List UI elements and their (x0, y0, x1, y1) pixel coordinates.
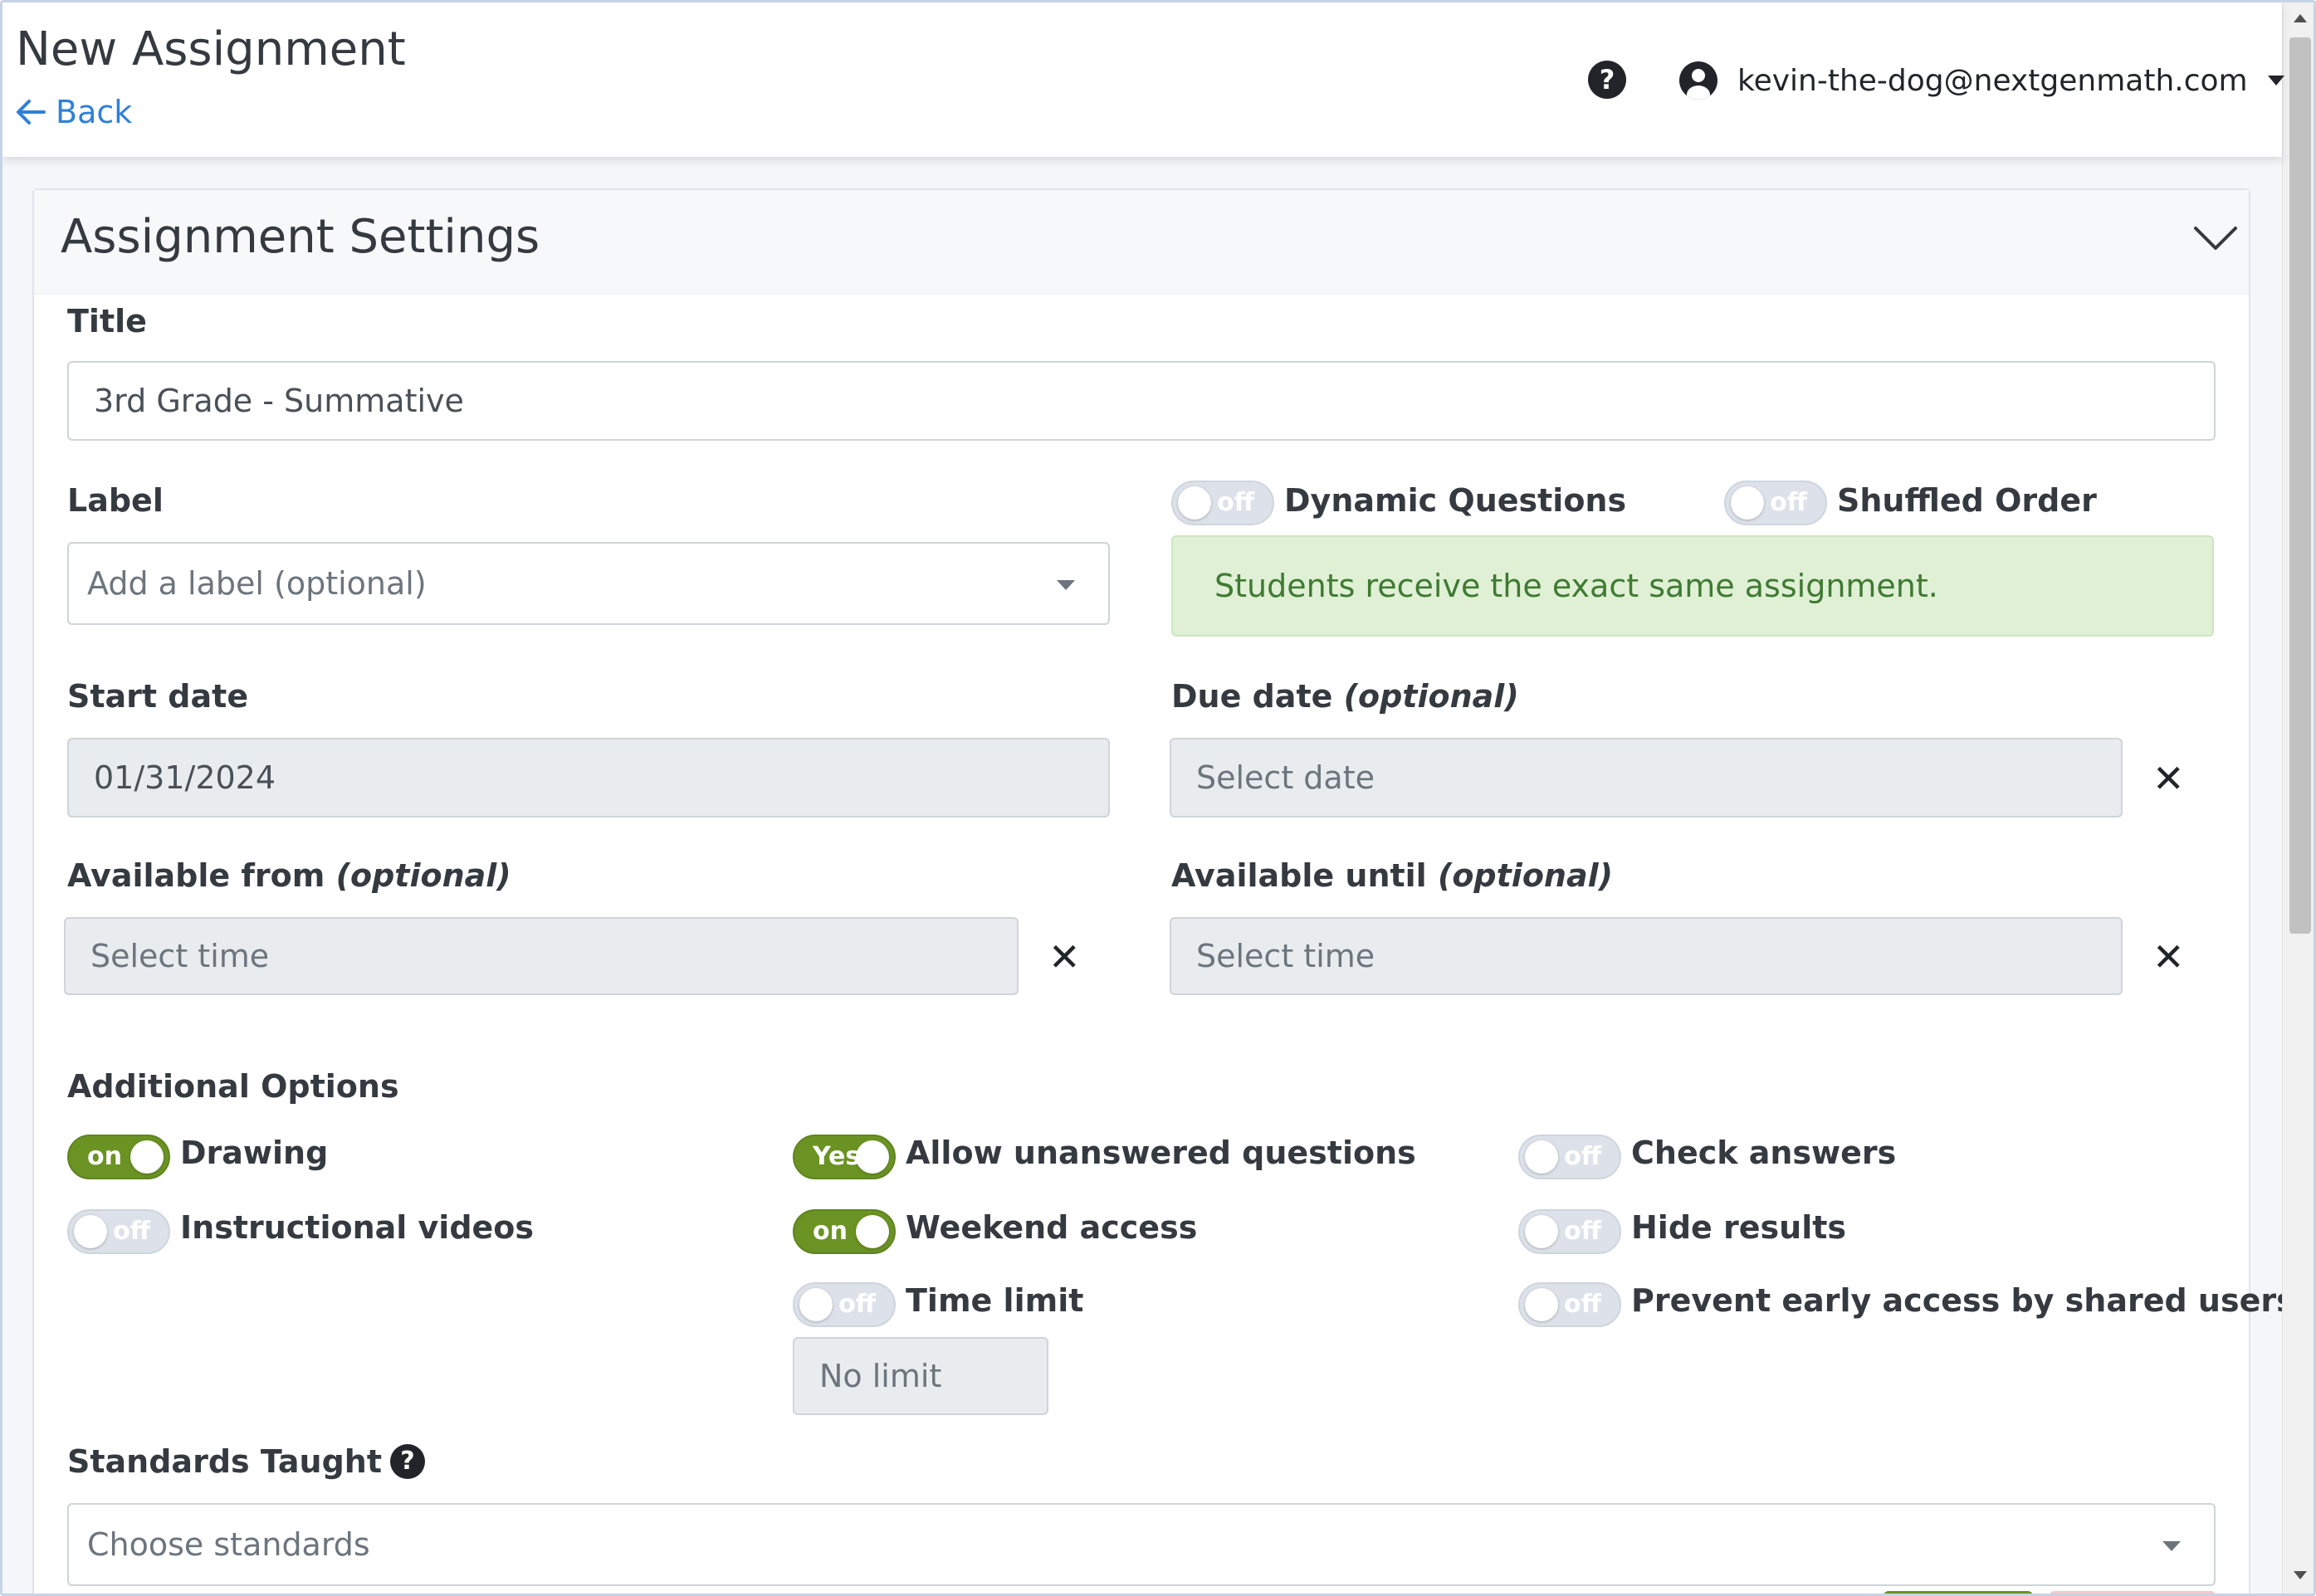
question-circle-icon[interactable]: ? (390, 1444, 425, 1479)
standards-placeholder: Choose standards (87, 1526, 370, 1563)
dynamic-questions-label: Dynamic Questions (1284, 482, 1627, 519)
toggle-knob (130, 1140, 164, 1174)
standards-taught-label-text: Standards Taught (67, 1443, 382, 1480)
card-title: Assignment Settings (61, 210, 540, 264)
cancel-button[interactable] (2050, 1591, 2216, 1594)
clear-available-until-icon[interactable]: ✕ (2152, 938, 2185, 976)
toggle-knob (1731, 486, 1764, 520)
label-placeholder: Add a label (optional) (87, 565, 427, 602)
toggle-knob (799, 1288, 833, 1321)
allow-unanswered-label: Allow unanswered questions (906, 1135, 1416, 1171)
additional-options-heading: Additional Options (67, 1068, 399, 1105)
available-from-placeholder: Select time (90, 938, 270, 974)
scroll-down-icon[interactable] (2294, 1571, 2307, 1579)
toggle-knob (1525, 1215, 1558, 1248)
scroll-thumb[interactable] (2289, 37, 2311, 934)
save-button[interactable] (1884, 1591, 2033, 1594)
chevron-down-icon (1057, 580, 1075, 590)
due-date-label-text: Due date (1171, 678, 1333, 715)
label-label: Label (67, 482, 164, 519)
available-until-label: Available until (optional) (1171, 857, 1613, 894)
top-header: New Assignment Back ? kevin-the-dog@next… (2, 2, 2284, 157)
available-from-label: Available from (optional) (67, 857, 511, 894)
toggle-knob (1525, 1288, 1558, 1321)
instructional-videos-toggle[interactable]: off (67, 1209, 170, 1254)
toggle-knob (856, 1215, 889, 1248)
drawing-toggle[interactable]: on (67, 1135, 170, 1179)
time-limit-input[interactable]: No limit (793, 1337, 1048, 1415)
user-email: kevin-the-dog@nextgenmath.com (1737, 63, 2248, 98)
hide-results-toggle[interactable]: off (1518, 1209, 1621, 1254)
toggle-state: on (813, 1217, 848, 1246)
check-answers-label: Check answers (1631, 1135, 1897, 1171)
toggle-state: off (113, 1217, 150, 1246)
due-date-placeholder: Select date (1196, 759, 1375, 796)
check-answers-toggle[interactable]: off (1518, 1135, 1621, 1179)
back-link[interactable]: Back (16, 94, 132, 130)
toggle-state: on (87, 1142, 122, 1171)
due-date-label: Due date (optional) (1171, 678, 1519, 715)
toggle-state: off (838, 1290, 876, 1319)
hide-results-label: Hide results (1631, 1209, 1847, 1246)
toggle-knob (1525, 1140, 1558, 1174)
user-menu-dropdown[interactable]: kevin-the-dog@nextgenmath.com (1679, 57, 2284, 104)
toggle-state: off (1564, 1142, 1601, 1171)
chevron-down-icon[interactable] (2192, 215, 2239, 261)
vertical-scrollbar[interactable] (2282, 2, 2314, 1594)
toggle-state: off (1217, 488, 1254, 517)
available-until-label-text: Available until (1171, 857, 1427, 894)
dynamic-questions-toggle[interactable]: off (1171, 481, 1274, 525)
due-date-input[interactable]: Select date (1170, 738, 2123, 818)
card-header[interactable]: Assignment Settings (34, 190, 2249, 295)
start-date-label: Start date (67, 678, 249, 715)
page-title: New Assignment (16, 22, 406, 76)
drawing-label: Drawing (180, 1135, 329, 1171)
toggle-state: off (1564, 1290, 1601, 1319)
start-date-value: 01/31/2024 (94, 759, 276, 796)
info-alert: Students receive the exact same assignme… (1171, 535, 2214, 637)
info-message: Students receive the exact same assignme… (1214, 568, 1938, 604)
weekend-access-toggle[interactable]: on (793, 1209, 896, 1254)
shuffled-order-toggle[interactable]: off (1724, 481, 1827, 525)
optional-tag: (optional) (1343, 678, 1519, 715)
arrow-left-icon (17, 100, 46, 124)
available-until-placeholder: Select time (1196, 938, 1375, 974)
title-input[interactable]: 3rd Grade - Summative (67, 361, 2216, 441)
standards-select[interactable]: Choose standards (67, 1503, 2216, 1586)
toggle-state: Yes (813, 1142, 861, 1171)
start-date-input[interactable]: 01/31/2024 (67, 738, 1110, 818)
scroll-up-icon[interactable] (2294, 14, 2307, 22)
toggle-knob (74, 1215, 107, 1248)
toggle-knob (1178, 486, 1211, 520)
instructional-videos-label: Instructional videos (180, 1209, 535, 1246)
standards-taught-label: Standards Taught ? (67, 1443, 425, 1480)
caret-down-icon (2267, 76, 2284, 85)
weekend-access-label: Weekend access (906, 1209, 1198, 1246)
back-label: Back (56, 94, 133, 130)
available-from-label-text: Available from (67, 857, 325, 894)
optional-tag: (optional) (1437, 857, 1614, 894)
time-limit-placeholder: No limit (819, 1358, 942, 1394)
question-circle-icon[interactable]: ? (1588, 61, 1626, 99)
title-value: 3rd Grade - Summative (94, 383, 464, 419)
title-label: Title (67, 303, 147, 339)
prevent-early-access-label: Prevent early access by shared users (1631, 1282, 2295, 1319)
user-circle-icon (1679, 61, 1717, 100)
shuffled-order-label: Shuffled Order (1837, 482, 2097, 519)
app-window: New Assignment Back ? kevin-the-dog@next… (0, 0, 2316, 1596)
available-until-input[interactable]: Select time (1170, 917, 2123, 995)
toggle-state: off (1564, 1217, 1601, 1246)
allow-unanswered-toggle[interactable]: Yes (793, 1135, 896, 1179)
prevent-early-access-toggle[interactable]: off (1518, 1282, 1621, 1327)
available-from-input[interactable]: Select time (64, 917, 1019, 995)
chevron-down-icon (2162, 1541, 2181, 1551)
time-limit-label: Time limit (906, 1282, 1084, 1319)
time-limit-toggle[interactable]: off (793, 1282, 896, 1327)
label-select[interactable]: Add a label (optional) (67, 542, 1110, 625)
toggle-state: off (1770, 488, 1807, 517)
clear-due-date-icon[interactable]: ✕ (2152, 759, 2185, 798)
toggle-knob (856, 1140, 889, 1174)
clear-available-from-icon[interactable]: ✕ (1048, 938, 1081, 976)
optional-tag: (optional) (335, 857, 511, 894)
